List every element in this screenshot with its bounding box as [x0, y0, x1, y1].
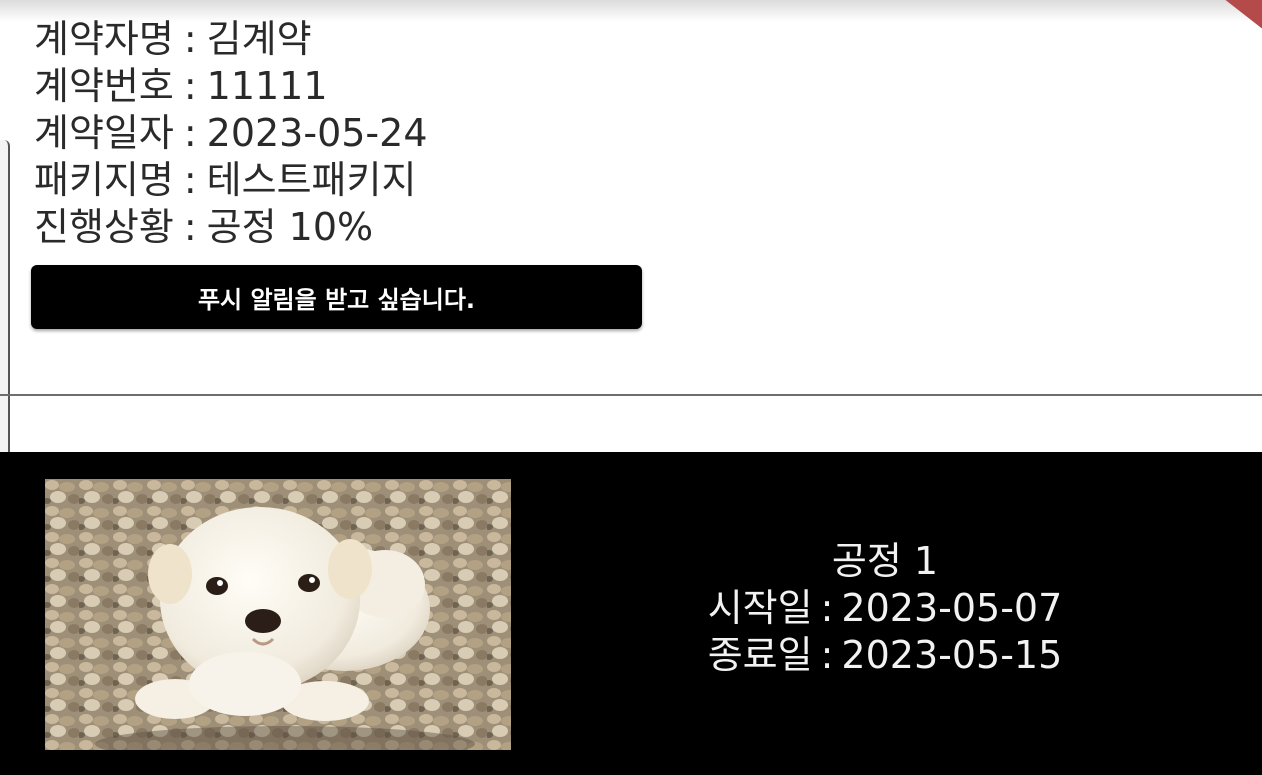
process-end-date: 종료일:2023-05-15	[560, 632, 1210, 679]
row-label: 계약일자	[34, 111, 174, 155]
end-date-value: 2023-05-15	[841, 633, 1063, 677]
end-date-label: 종료일	[707, 633, 813, 677]
process-start-date: 시작일:2023-05-07	[560, 585, 1210, 632]
row-label: 진행상황	[34, 205, 174, 249]
row-label: 패키지명	[34, 158, 174, 202]
row-label: 계약번호	[34, 64, 174, 108]
start-date-value: 2023-05-07	[841, 586, 1063, 630]
row-value: 테스트패키지	[206, 158, 417, 202]
scroll-edge-handle[interactable]	[0, 140, 10, 468]
puppy-photo	[45, 479, 511, 750]
contract-row-customer: 계약자명: 김계약	[34, 16, 428, 63]
row-separator: :	[183, 205, 197, 249]
push-notification-button[interactable]: 푸시 알림을 받고 싶습니다.	[31, 265, 642, 329]
row-value: 11111	[206, 64, 328, 108]
contract-row-package: 패키지명: 테스트패키지	[34, 157, 428, 204]
start-date-label: 시작일	[707, 586, 813, 630]
row-value: 2023-05-24	[206, 111, 428, 155]
row-label: 계약자명	[34, 17, 174, 61]
row-value: 공정 10%	[206, 205, 374, 249]
contract-row-number: 계약번호:11111	[34, 63, 428, 110]
end-date-separator: :	[820, 633, 834, 677]
app-screen: 계약자명: 김계약 계약번호:11111 계약일자:2023-05-24 패키지명…	[0, 0, 1262, 775]
row-separator: :	[183, 64, 197, 108]
section-divider	[0, 394, 1262, 396]
contract-row-progress: 진행상황: 공정 10%	[34, 204, 428, 251]
start-date-separator: :	[820, 586, 834, 630]
row-separator: :	[183, 17, 197, 61]
process-title: 공정 1	[831, 539, 939, 583]
process-details: 공정 1 시작일:2023-05-07 종료일:2023-05-15	[560, 538, 1210, 679]
process-card[interactable]: 공정 1 시작일:2023-05-07 종료일:2023-05-15	[0, 452, 1262, 775]
contract-info: 계약자명: 김계약 계약번호:11111 계약일자:2023-05-24 패키지명…	[34, 16, 428, 251]
contract-row-date: 계약일자:2023-05-24	[34, 110, 428, 157]
row-value: 김계약	[206, 17, 312, 61]
row-separator: :	[183, 158, 197, 202]
row-separator: :	[183, 111, 197, 155]
